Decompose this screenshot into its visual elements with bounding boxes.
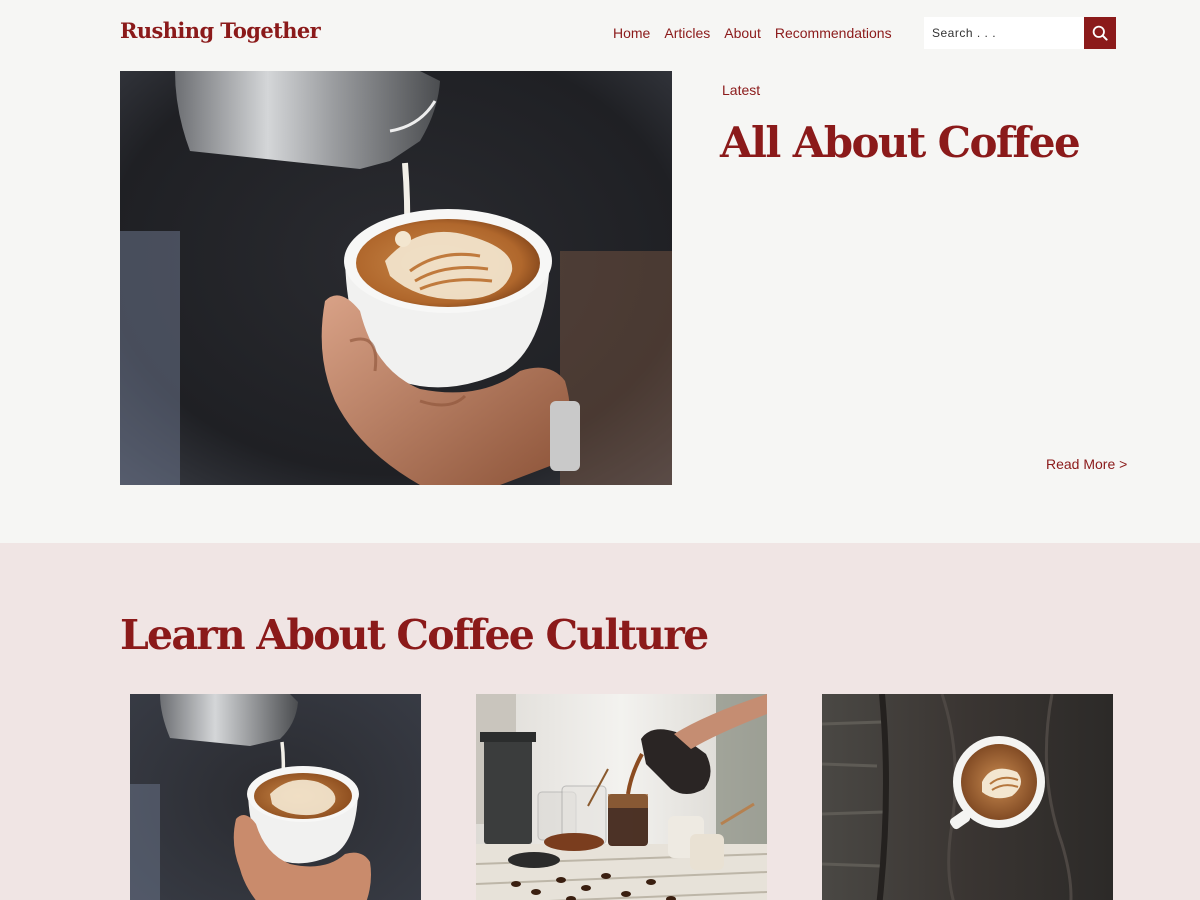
coffee-culture-section: Learn About Coffee Culture xyxy=(0,543,1200,900)
featured-image-latte-art[interactable] xyxy=(120,71,672,485)
main-nav: Home Articles About Recommendations xyxy=(613,25,892,41)
nav-item-about[interactable]: About xyxy=(724,25,761,41)
search-button[interactable] xyxy=(1084,17,1116,49)
nav-item-articles[interactable]: Articles xyxy=(664,25,710,41)
search-input[interactable] xyxy=(924,17,1084,49)
article-card-latte-pour[interactable] xyxy=(130,694,421,900)
read-more-link[interactable]: Read More > xyxy=(1046,456,1127,472)
section-title: Learn About Coffee Culture xyxy=(120,611,709,659)
featured-category-tag[interactable]: Latest xyxy=(722,82,760,98)
article-card-pour-over[interactable] xyxy=(476,694,767,900)
site-title[interactable]: Rushing Together xyxy=(120,18,321,43)
article-card-cappuccino[interactable] xyxy=(822,694,1113,900)
nav-item-recommendations[interactable]: Recommendations xyxy=(775,25,892,41)
search-icon xyxy=(1092,25,1108,41)
featured-post-title[interactable]: All About Coffee xyxy=(720,118,1081,167)
search-form xyxy=(924,17,1116,49)
nav-item-home[interactable]: Home xyxy=(613,25,650,41)
site-header: Rushing Together Home Articles About Rec… xyxy=(0,0,1200,66)
